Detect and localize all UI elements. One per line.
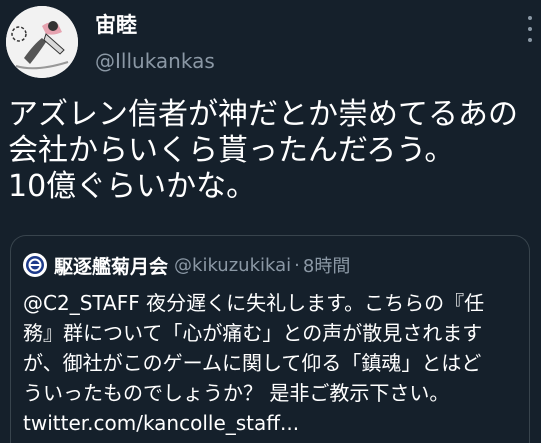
- quoted-tweet-line: @C2_STAFF 夜分遅くに失礼します。こちらの『任: [23, 291, 485, 315]
- quoted-tweet-line: ういったものでしょうか？ 是非ご教示下さい。: [23, 381, 450, 405]
- author-username[interactable]: @Illukankas: [95, 48, 215, 74]
- author-display-name[interactable]: 宙睦: [95, 12, 137, 38]
- quoted-author-avatar[interactable]: [23, 253, 47, 277]
- quoted-tweet-line: が、御社がこのゲームに関して仰る「鎮魂」とはど: [23, 351, 482, 375]
- quoted-tweet-text: @C2_STAFF 夜分遅くに失礼します。こちらの『任 務』群について「心が痛む…: [23, 288, 523, 438]
- quoted-author-username[interactable]: @kikuzukikai: [174, 255, 291, 276]
- tweet-line: 10億ぐらいかな。: [8, 169, 257, 204]
- emblem-icon: [24, 254, 46, 276]
- tweet-line: 会社からいくら貰ったんだろう。: [8, 133, 455, 168]
- quoted-tweet-link[interactable]: twitter.com/kancolle_staff...: [23, 408, 523, 438]
- avatar-illustration: [6, 6, 78, 78]
- quoted-author-name[interactable]: 駆逐艦菊月会: [54, 252, 168, 279]
- tweet-text: アズレン信者が神だとか崇めてるあの 会社からいくら貰ったんだろう。 10億ぐらい…: [8, 97, 538, 205]
- quoted-tweet-card[interactable]: 駆逐艦菊月会 @kikuzukikai · 8時間 @C2_STAFF 夜分遅く…: [10, 235, 530, 443]
- tweet-line: アズレン信者が神だとか崇めてるあの: [8, 97, 518, 132]
- separator-dot: ·: [294, 254, 300, 276]
- quoted-tweet-header: 駆逐艦菊月会 @kikuzukikai · 8時間: [23, 250, 350, 280]
- more-options-icon[interactable]: [525, 16, 535, 42]
- quoted-tweet-time[interactable]: 8時間: [303, 252, 350, 278]
- author-avatar[interactable]: [6, 6, 78, 78]
- quoted-tweet-line: 務』群について「心が痛む」との声が散見されます: [23, 321, 483, 345]
